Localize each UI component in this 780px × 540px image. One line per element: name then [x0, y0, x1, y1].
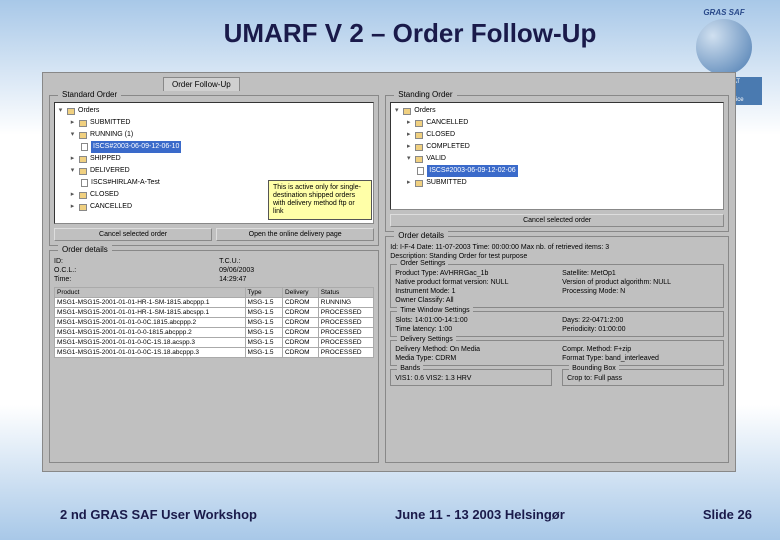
tree-item[interactable]: CANCELLED [90, 201, 132, 213]
doc-icon [417, 167, 424, 175]
footer-center: June 11 - 13 2003 Helsingør [395, 507, 565, 522]
folder-icon [415, 132, 423, 139]
col-product[interactable]: Product [55, 288, 246, 298]
order-header-line: Id: I-F-4 Date: 11-07-2003 Time: 00:00:0… [390, 243, 724, 252]
doc-icon [81, 179, 88, 187]
slide-title: UMARF V 2 – Order Follow-Up [0, 0, 780, 49]
tree-item[interactable]: DELIVERED [90, 165, 130, 177]
tree-item[interactable]: ISCS#HIRLAM-A-Test [91, 177, 160, 189]
bands-legend: Bands [397, 364, 423, 373]
expand-icon[interactable]: ▾ [57, 105, 64, 117]
tooltip: This is active only for single-destinati… [268, 180, 372, 220]
time-window-legend: Time Window Settings [397, 306, 472, 315]
col-type[interactable]: Type [245, 288, 283, 298]
order-details-legend: Order details [58, 245, 112, 254]
tree-item[interactable]: CANCELLED [426, 117, 468, 129]
bbox-legend: Bounding Box [569, 364, 619, 373]
footer-right: Slide 26 [703, 507, 752, 522]
delivery-settings-legend: Delivery Settings [397, 335, 456, 344]
table-row: MSG1-MSG15-2001-01-01-0-0-1815.abcppp.2M… [55, 328, 374, 338]
app-window: Order Follow-Up Standard Order ▾Orders ▸… [42, 72, 736, 472]
doc-icon [81, 143, 88, 151]
folder-icon [79, 120, 87, 127]
tree-item-selected[interactable]: ISCS#2003-06-09-12-06-10 [91, 141, 181, 153]
folder-icon [79, 156, 87, 163]
folder-icon [79, 132, 87, 139]
globe-icon [696, 19, 752, 75]
folder-icon [403, 108, 411, 115]
table-row: MSG1-MSG15-2001-01-01-HR-1-SM-1815.abcpp… [55, 298, 374, 308]
slide-footer: 2 nd GRAS SAF User Workshop June 11 - 13… [0, 507, 780, 522]
tab-order-follow-up[interactable]: Order Follow-Up [163, 77, 240, 91]
tree-item[interactable]: CLOSED [90, 189, 119, 201]
open-delivery-button[interactable]: Open the online delivery page [216, 228, 374, 241]
table-row: MSG1-MSG15-2001-01-01-0-0C-1S.18.acspp.3… [55, 338, 374, 348]
cancel-order-button[interactable]: Cancel selected order [54, 228, 212, 241]
order-items-table[interactable]: Product Type Delivery Status MSG1-MSG15-… [54, 287, 374, 358]
tree-item[interactable]: SUBMITTED [426, 177, 466, 189]
table-row: MSG1-MSG15-2001-01-01-0-0C.1815.abcppp.2… [55, 318, 374, 328]
tree-item-selected[interactable]: ISCS#2003-06-09-12-02-06 [427, 165, 517, 177]
tree-item[interactable]: CLOSED [426, 129, 455, 141]
col-status[interactable]: Status [318, 288, 373, 298]
tree-item[interactable]: VALID [426, 153, 446, 165]
standing-order-legend: Standing Order [394, 90, 456, 99]
cancel-standing-order-button[interactable]: Cancel selected order [390, 214, 724, 227]
tree-item[interactable]: SUBMITTED [90, 117, 130, 129]
folder-icon [415, 180, 423, 187]
folder-icon [67, 108, 75, 115]
order-settings-legend: Order Settings [397, 259, 448, 268]
folder-icon [79, 168, 87, 175]
folder-icon [415, 144, 423, 151]
folder-icon [79, 204, 87, 211]
folder-icon [79, 192, 87, 199]
tree-root: Orders [414, 105, 435, 117]
standing-order-tree[interactable]: ▾Orders ▸CANCELLED ▸CLOSED ▸COMPLETED ▾V… [390, 102, 724, 210]
folder-icon [415, 156, 423, 163]
tree-item[interactable]: COMPLETED [426, 141, 470, 153]
tree-item[interactable]: SHIPPED [90, 153, 121, 165]
tree-root: Orders [78, 105, 99, 117]
col-delivery[interactable]: Delivery [283, 288, 319, 298]
table-row: MSG1-MSG15-2001-01-01-0-0C-1S.18.abcppp.… [55, 348, 374, 358]
logo-text: GRAS SAF [686, 8, 762, 17]
tree-item[interactable]: RUNNING (1) [90, 129, 133, 141]
table-row: MSG1-MSG15-2001-01-01-HR-1-SM-1815.abcsp… [55, 308, 374, 318]
folder-icon [415, 120, 423, 127]
standard-order-legend: Standard Order [58, 90, 121, 99]
footer-left: 2 nd GRAS SAF User Workshop [60, 507, 257, 522]
standing-order-details-legend: Order details [394, 231, 448, 240]
